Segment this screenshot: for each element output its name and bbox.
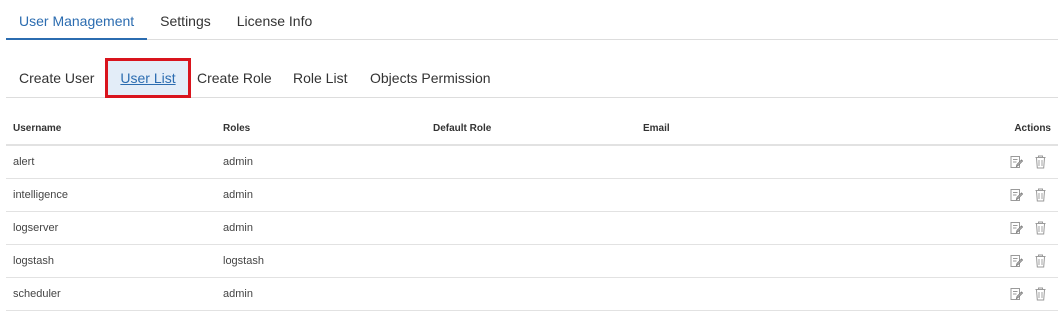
delete-icon[interactable] [1034,221,1047,235]
cell-roles: admin [223,288,253,300]
table-row: alert admin [6,146,1058,179]
header-username: Username [13,123,62,134]
edit-icon[interactable] [1010,221,1023,235]
subtab-role-list[interactable]: Role List [293,58,347,98]
cell-username: logserver [13,222,59,234]
top-tab-bar: User Management Settings License Info [6,0,1058,40]
delete-icon[interactable] [1034,188,1047,202]
edit-icon[interactable] [1010,155,1023,169]
tab-license-info[interactable]: License Info [224,0,326,40]
cell-roles: admin [223,156,253,168]
subtab-create-user[interactable]: Create User [19,58,94,98]
delete-icon[interactable] [1034,287,1047,301]
edit-icon[interactable] [1010,254,1023,268]
edit-icon[interactable] [1010,188,1023,202]
row-actions [1010,254,1047,268]
delete-icon[interactable] [1034,254,1047,268]
row-actions [1010,188,1047,202]
cell-username: intelligence [13,189,69,201]
tab-settings[interactable]: Settings [147,0,224,40]
table-body: alert admin intelligence admin logserver… [6,146,1058,311]
header-email: Email [643,123,670,134]
tab-user-management[interactable]: User Management [6,0,148,40]
delete-icon[interactable] [1034,155,1047,169]
table-row: logserver admin [6,212,1058,245]
cell-roles: admin [223,189,253,201]
header-actions: Actions [1014,123,1051,134]
sub-tab-bar: Create User User List Create Role Role L… [6,58,1058,98]
cell-roles: admin [223,222,253,234]
table-row: logstash logstash [6,245,1058,278]
table-header: Username Roles Default Role Email Action… [6,112,1058,146]
row-actions [1010,221,1047,235]
edit-icon[interactable] [1010,287,1023,301]
table-row: scheduler admin [6,278,1058,311]
cell-username: logstash [13,255,54,267]
row-actions [1010,155,1047,169]
table-row: intelligence admin [6,179,1058,212]
user-list-table: Username Roles Default Role Email Action… [6,112,1058,311]
cell-roles: logstash [223,255,264,267]
row-actions [1010,287,1047,301]
subtab-user-list[interactable]: User List [105,58,191,98]
subtab-objects-permission[interactable]: Objects Permission [370,58,491,98]
header-roles: Roles [223,123,251,134]
subtab-create-role[interactable]: Create Role [197,58,272,98]
cell-username: scheduler [13,288,61,300]
header-default-role: Default Role [433,123,492,134]
cell-username: alert [13,156,35,168]
